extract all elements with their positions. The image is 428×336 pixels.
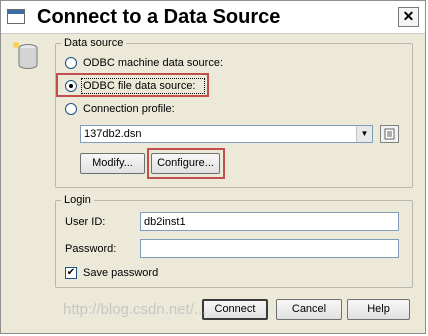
browse-button[interactable] (380, 125, 399, 143)
label-machine-dsn: ODBC machine data source: (83, 57, 224, 69)
radio-machine-dsn[interactable] (65, 57, 77, 69)
help-button[interactable]: Help (347, 299, 410, 320)
watermark-text: http://blog.csdn.net/... (63, 301, 207, 318)
database-icon (13, 42, 38, 69)
dialog-window: Connect to a Data Source ✕ Data source O… (0, 0, 426, 334)
save-password-label: Save password (83, 267, 159, 279)
user-id-field[interactable]: db2inst1 (140, 212, 399, 231)
highlight-file-dsn (56, 73, 209, 97)
file-dsn-value: 137db2.dsn (84, 128, 142, 140)
user-id-value: db2inst1 (144, 216, 186, 228)
cancel-button[interactable]: Cancel (276, 299, 342, 320)
password-field[interactable] (140, 239, 399, 258)
window-title: Connect to a Data Source (37, 6, 281, 28)
highlight-configure (147, 148, 225, 179)
label-connection-profile: Connection profile: (83, 103, 175, 115)
radio-connection-profile[interactable] (65, 103, 77, 115)
data-source-legend: Data source (64, 37, 124, 49)
window-icon (7, 9, 25, 24)
chevron-down-icon[interactable]: ▼ (356, 126, 372, 142)
user-id-label: User ID: (65, 216, 106, 228)
close-button[interactable]: ✕ (398, 7, 419, 27)
document-icon (384, 128, 395, 140)
login-legend: Login (64, 194, 91, 206)
password-label: Password: (65, 243, 117, 255)
save-password-checkbox[interactable]: ✔ (65, 267, 77, 279)
title-bar: Connect to a Data Source ✕ (1, 1, 425, 34)
connect-button[interactable]: Connect (202, 299, 268, 320)
file-dsn-dropdown[interactable]: 137db2.dsn ▼ (80, 125, 373, 143)
modify-button[interactable]: Modify... (80, 153, 145, 174)
